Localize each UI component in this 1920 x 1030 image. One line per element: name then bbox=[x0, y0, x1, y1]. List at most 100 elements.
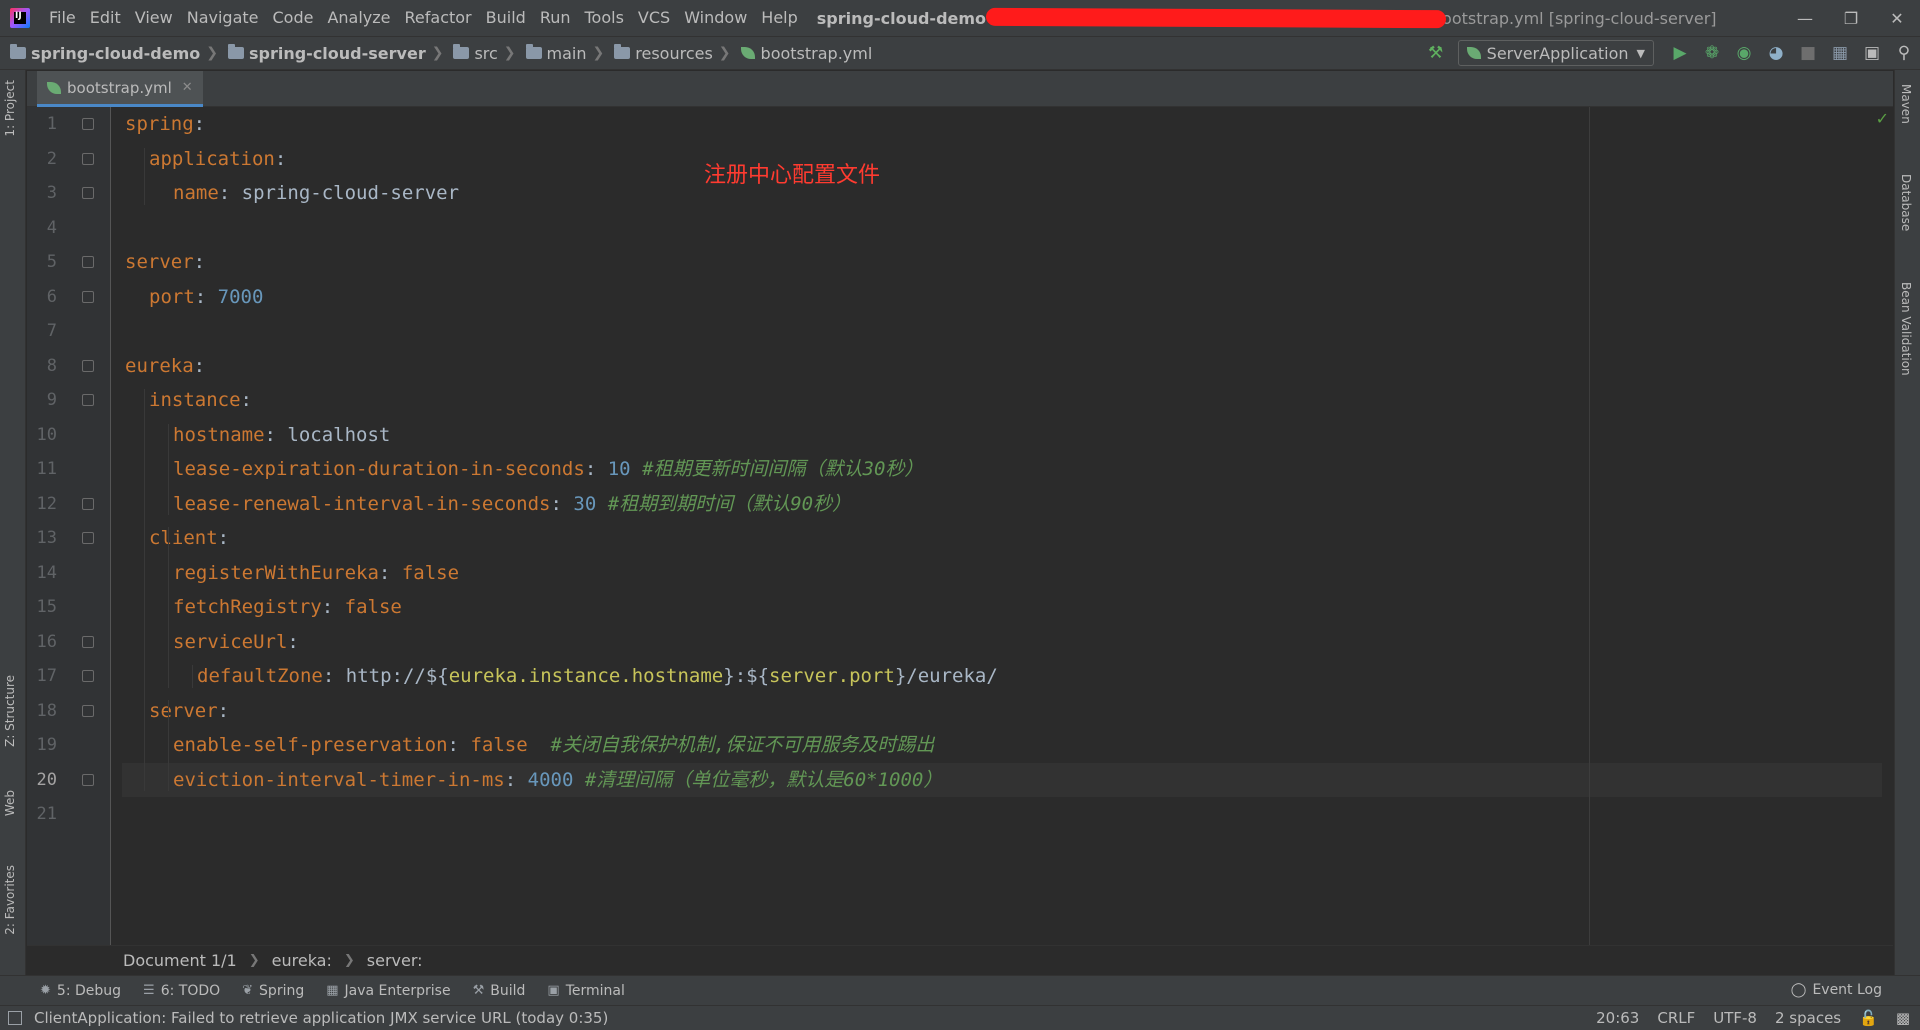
code-area[interactable]: spring: application: name: spring-cloud-se… bbox=[122, 107, 1882, 945]
file-encoding[interactable]: UTF-8 bbox=[1713, 1009, 1757, 1027]
code-line[interactable]: port: 7000 bbox=[122, 280, 263, 314]
code-line[interactable]: lease-expiration-duration-in-seconds: 10… bbox=[122, 452, 923, 486]
restore-icon[interactable]: ❐ bbox=[1828, 0, 1874, 36]
tool-window-button[interactable]: ✹ 5: Debug bbox=[40, 983, 121, 999]
breadcrumb-eureka[interactable]: eureka: bbox=[272, 951, 332, 970]
fold-marker-icon[interactable] bbox=[82, 290, 94, 303]
coverage-icon[interactable]: ◉ bbox=[1728, 39, 1760, 67]
code-line[interactable]: eureka: bbox=[122, 349, 205, 383]
code-line[interactable]: registerWithEureka: false bbox=[122, 556, 459, 590]
breadcrumb-document[interactable]: Document 1/1 bbox=[123, 951, 237, 970]
tab-bootstrap-yml[interactable]: bootstrap.yml ✕ bbox=[37, 71, 203, 107]
menu-item[interactable]: Edit bbox=[83, 0, 128, 36]
caret-position[interactable]: 20:63 bbox=[1596, 1009, 1639, 1027]
breadcrumb-item[interactable]: main ❯ bbox=[525, 43, 604, 63]
code-line[interactable] bbox=[122, 211, 125, 245]
fold-marker-icon[interactable] bbox=[82, 532, 94, 544]
fold-marker-icon[interactable] bbox=[82, 152, 94, 165]
tab-structure[interactable]: Z: Structure bbox=[3, 675, 17, 747]
tab-database[interactable]: Database bbox=[1899, 174, 1913, 231]
layout-icon[interactable]: ▣ bbox=[1856, 39, 1888, 67]
code-line[interactable]: defaultZone: http://${eureka.instance.ho… bbox=[122, 659, 998, 693]
code-line[interactable]: server: bbox=[122, 245, 205, 279]
breadcrumb-item[interactable]: spring-cloud-demo ❯ bbox=[10, 44, 218, 63]
minimize-icon[interactable]: — bbox=[1782, 0, 1828, 36]
tab-bean-validation[interactable]: Bean Validation bbox=[1899, 282, 1913, 376]
search-icon[interactable]: ⚲ bbox=[1888, 39, 1920, 67]
code-line[interactable]: hostname: localhost bbox=[122, 418, 390, 452]
menu-item[interactable]: VCS bbox=[631, 0, 677, 36]
breadcrumb-item[interactable]: resources ❯ bbox=[614, 44, 731, 63]
tab-project[interactable]: 1: Project bbox=[3, 80, 17, 137]
fold-marker-icon[interactable] bbox=[82, 497, 94, 510]
breadcrumb-item[interactable]: bootstrap.yml bbox=[740, 44, 872, 63]
menu-item[interactable]: Refactor bbox=[398, 0, 479, 36]
menu-item[interactable]: Analyze bbox=[320, 0, 397, 36]
code-line[interactable]: client: bbox=[122, 521, 229, 555]
menu-item[interactable]: Tools bbox=[578, 0, 631, 36]
menu-item[interactable]: File bbox=[42, 0, 83, 36]
code-line[interactable]: server: bbox=[122, 694, 229, 728]
tab-favorites[interactable]: 2: Favorites bbox=[3, 865, 17, 935]
lock-icon[interactable]: 🔓 bbox=[1859, 1009, 1878, 1027]
breadcrumb-item[interactable]: src ❯ bbox=[453, 44, 516, 63]
yaml-key: lease-expiration-duration-in-seconds bbox=[173, 458, 585, 480]
debug-bug-icon[interactable]: ❁ bbox=[1696, 39, 1728, 67]
code-line[interactable]: serviceUrl: bbox=[122, 625, 299, 659]
status-message[interactable]: ClientApplication: Failed to retrieve ap… bbox=[34, 1009, 608, 1027]
code-line[interactable]: name: spring-cloud-server bbox=[122, 176, 459, 210]
menu-item[interactable]: Build bbox=[479, 0, 533, 36]
breadcrumb-server[interactable]: server: bbox=[367, 951, 423, 970]
code-editor[interactable]: 1 2 3 4 5 6 7 8 9 10 11 12 13 14 15 16 17 18 19 20 21 spring… bbox=[27, 107, 1893, 945]
menu-item[interactable]: Navigate bbox=[180, 0, 266, 36]
code-line[interactable]: fetchRegistry: false bbox=[122, 590, 402, 624]
fold-marker-icon[interactable] bbox=[82, 118, 94, 130]
fold-marker-icon[interactable] bbox=[82, 359, 94, 372]
code-line[interactable]: instance: bbox=[122, 383, 252, 417]
run-icon[interactable]: ▶ bbox=[1664, 39, 1696, 67]
menu-item[interactable]: Code bbox=[266, 0, 321, 36]
line-separator[interactable]: CRLF bbox=[1657, 1009, 1695, 1027]
status-toggle-icon[interactable] bbox=[8, 1011, 22, 1025]
fold-marker-icon[interactable] bbox=[82, 773, 94, 786]
close-window-icon[interactable]: ✕ bbox=[1874, 0, 1920, 36]
fold-marker-icon[interactable] bbox=[82, 187, 94, 199]
tool-window-buttons: ✹ 5: Debug ☰ 6: TODO ❦ Spring ▦ Java Enterprise… bbox=[0, 983, 625, 999]
code-line[interactable]: lease-renewal-interval-in-seconds: 30 #租… bbox=[122, 487, 851, 521]
menu-item[interactable]: Run bbox=[533, 0, 578, 36]
fold-marker-icon[interactable] bbox=[82, 635, 94, 648]
tool-window-button[interactable]: ▦ Java Enterprise bbox=[326, 983, 450, 999]
memory-indicator-icon[interactable]: ▩ bbox=[1896, 1009, 1910, 1027]
menu-item[interactable]: Window bbox=[677, 0, 754, 36]
stop-icon[interactable]: ■ bbox=[1792, 39, 1824, 67]
tool-window-button[interactable]: ❦ Spring bbox=[242, 983, 304, 999]
run-config-selector[interactable]: ServerApplication ▼ bbox=[1457, 40, 1654, 66]
fold-marker-icon[interactable] bbox=[82, 256, 94, 268]
inspection-ok-icon[interactable]: ✓ bbox=[1876, 109, 1889, 128]
fold-marker-icon[interactable] bbox=[82, 704, 94, 717]
menu-item[interactable]: View bbox=[128, 0, 180, 36]
code-line[interactable]: application: bbox=[122, 142, 286, 176]
fold-marker-icon[interactable] bbox=[82, 670, 94, 682]
breadcrumb-item[interactable]: spring-cloud-server ❯ bbox=[227, 44, 443, 63]
build-hammer-icon[interactable]: ⚒ bbox=[1420, 39, 1452, 67]
tool-window-button[interactable]: ⚒ Build bbox=[473, 983, 526, 999]
fold-marker-icon[interactable] bbox=[82, 394, 94, 406]
project-structure-icon[interactable]: ▦ bbox=[1824, 39, 1856, 67]
code-line[interactable]: eviction-interval-timer-in-ms: 4000 #清理间… bbox=[122, 762, 1882, 797]
code-line[interactable]: enable-self-preservation: false #关闭自我保护机… bbox=[122, 728, 934, 762]
code-line[interactable]: spring: bbox=[122, 107, 205, 141]
tool-window-button[interactable]: ☰ 6: TODO bbox=[143, 983, 220, 999]
tool-window-button[interactable]: ▣ Terminal bbox=[547, 983, 624, 999]
menu-item[interactable]: Help bbox=[754, 0, 804, 36]
tab-web[interactable]: Web bbox=[3, 790, 17, 816]
code-line[interactable] bbox=[122, 797, 125, 831]
indent-setting[interactable]: 2 spaces bbox=[1775, 1009, 1841, 1027]
event-log-button[interactable]: ◯ Event Log bbox=[1791, 982, 1882, 998]
close-icon[interactable]: ✕ bbox=[182, 80, 193, 95]
profile-icon[interactable]: ◕ bbox=[1760, 39, 1792, 67]
java-enterprise-icon: ▦ bbox=[326, 983, 339, 998]
code-line[interactable] bbox=[122, 314, 125, 348]
tab-maven[interactable]: Maven bbox=[1899, 84, 1913, 124]
breadcrumb-label: main bbox=[546, 43, 587, 63]
